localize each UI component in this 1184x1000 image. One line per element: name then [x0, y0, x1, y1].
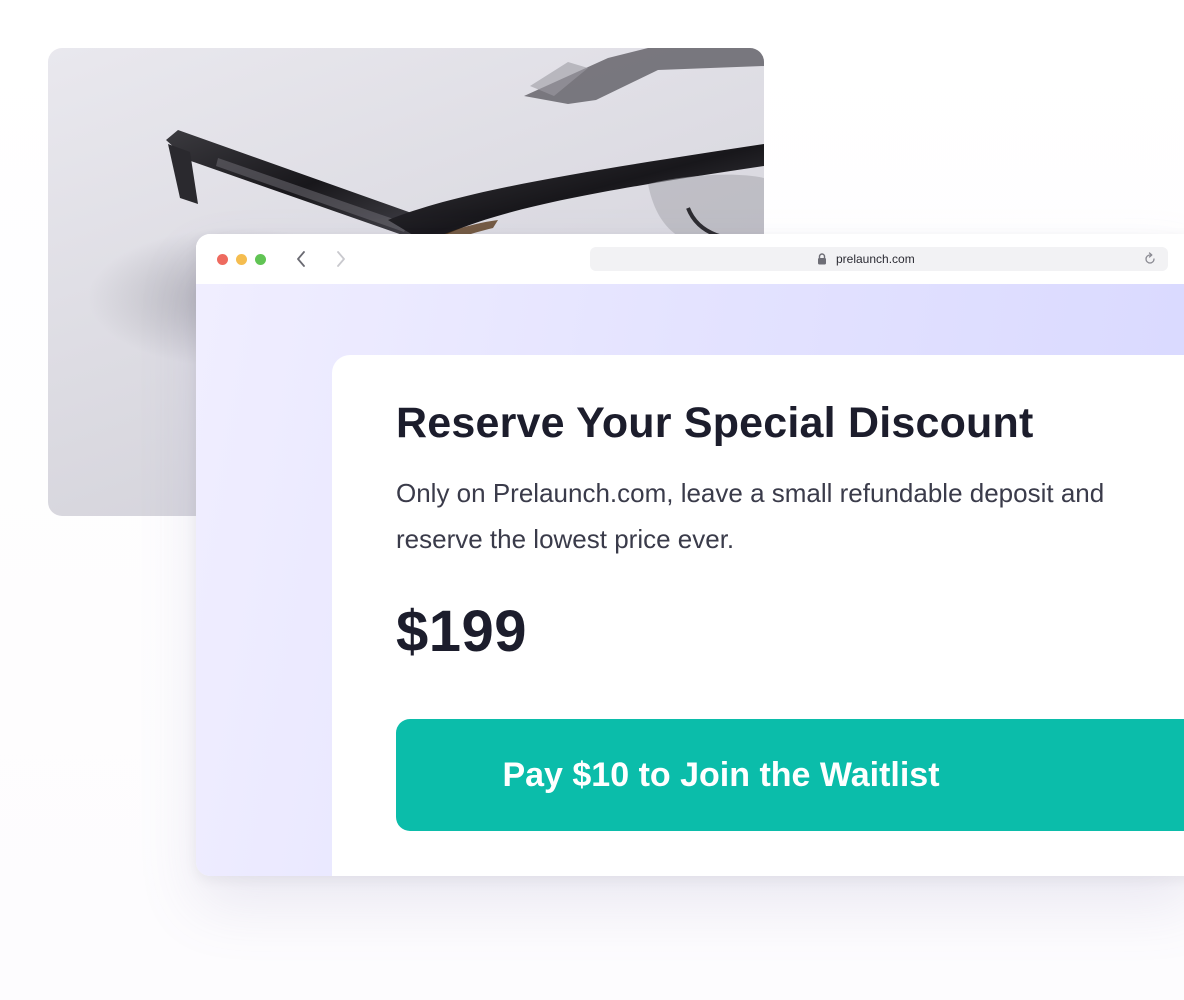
address-bar[interactable]: prelaunch.com: [590, 247, 1168, 271]
join-waitlist-label: Pay $10 to Join the Waitlist: [502, 756, 940, 794]
discount-card: Reserve Your Special Discount Only on Pr…: [332, 355, 1184, 876]
url-text: prelaunch.com: [836, 252, 915, 266]
page-viewport: Reserve Your Special Discount Only on Pr…: [196, 284, 1184, 876]
chevron-right-icon: [337, 251, 345, 267]
join-waitlist-button[interactable]: Pay $10 to Join the Waitlist: [396, 719, 1184, 831]
maximize-dot[interactable]: [255, 254, 266, 265]
back-button[interactable]: [291, 248, 311, 270]
lock-icon: [818, 253, 826, 265]
minimize-dot[interactable]: [236, 254, 247, 265]
browser-window: prelaunch.com Reserve Your Special Disco…: [196, 234, 1184, 876]
page: prelaunch.com Reserve Your Special Disco…: [0, 0, 1184, 1000]
close-dot[interactable]: [217, 254, 228, 265]
chevron-left-icon: [297, 251, 305, 267]
browser-toolbar: prelaunch.com: [196, 234, 1184, 284]
price: $199: [396, 599, 528, 664]
card-description: Only on Prelaunch.com, leave a small ref…: [396, 478, 1105, 554]
reload-icon[interactable]: [1144, 252, 1156, 265]
card-title: Reserve Your Special Discount: [396, 399, 1034, 447]
forward-button[interactable]: [331, 248, 351, 270]
